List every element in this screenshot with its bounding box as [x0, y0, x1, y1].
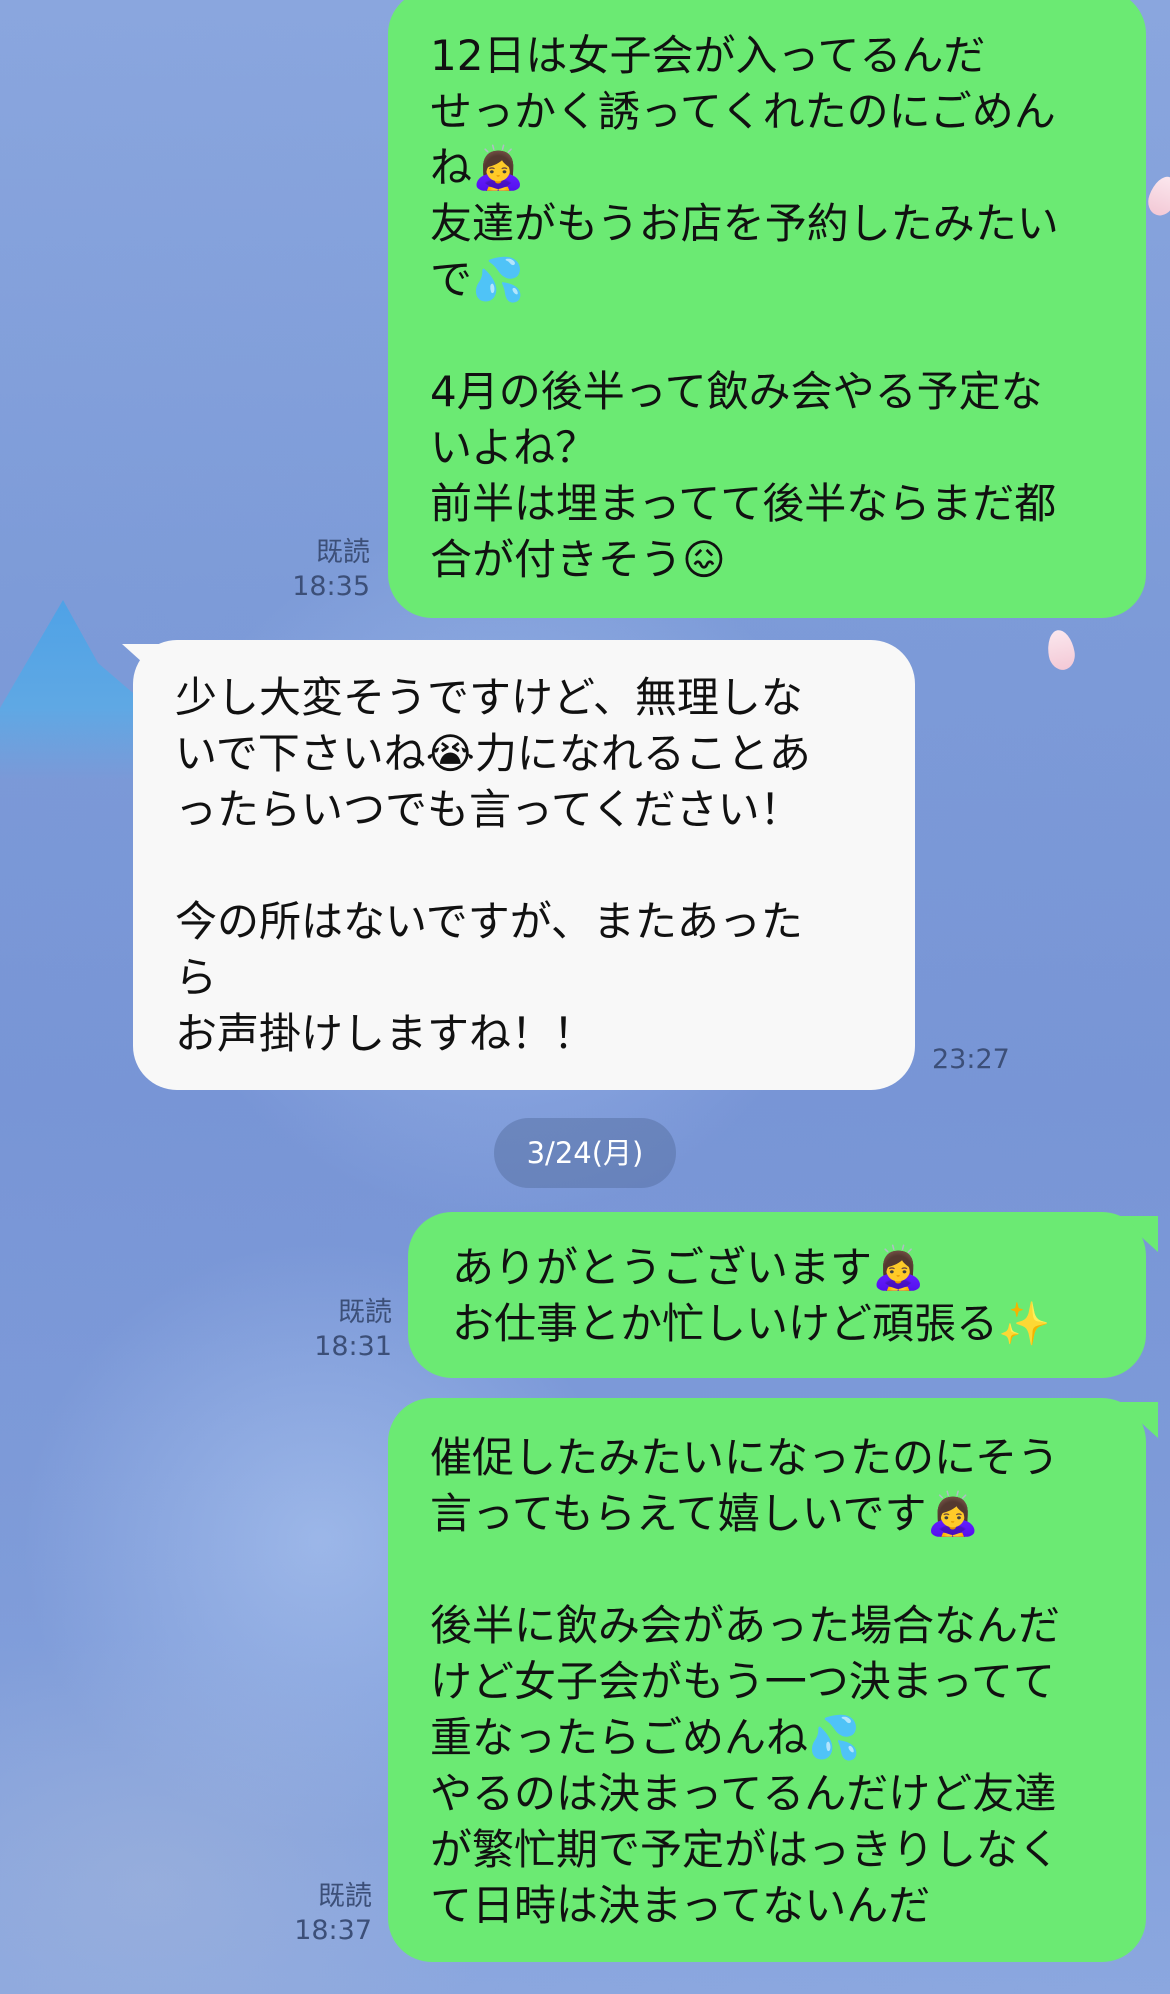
cherry-petal-decoration [1143, 172, 1170, 220]
message-time: 18:31 [314, 1331, 392, 1362]
message-meta: 既読 18:37 [270, 1880, 372, 1948]
cherry-petal-decoration [1044, 628, 1078, 672]
outgoing-message-bubble[interactable]: 12日は女子会が入ってるんだ せっかく誘ってくれたのにごめん ね🙇‍♀️ 友達が… [388, 0, 1146, 618]
date-separator: 3/24(月) [494, 1118, 676, 1188]
background-mountain [0, 600, 140, 780]
outgoing-message-bubble[interactable]: ありがとうございます🙇‍♀️ お仕事とか忙しいけど頑張る✨ [408, 1212, 1146, 1378]
read-receipt: 既読 [318, 1881, 372, 1912]
outgoing-message-bubble[interactable]: 催促したみたいになったのにそう 言ってもらえて嬉しいです🙇‍♀️ 後半に飲み会が… [388, 1398, 1146, 1962]
message-meta: 既読 18:31 [290, 1296, 392, 1364]
message-time: 18:37 [294, 1915, 372, 1946]
message-meta: 既読 18:35 [270, 536, 370, 604]
incoming-message-bubble[interactable]: 少し大変そうですけど、無理しな いで下さいね😭力になれることあ ったらいつでも言… [133, 640, 915, 1090]
read-receipt: 既読 [316, 537, 370, 568]
message-time: 23:27 [932, 1044, 1010, 1075]
message-time: 18:35 [292, 571, 370, 602]
read-receipt: 既読 [338, 1297, 392, 1328]
